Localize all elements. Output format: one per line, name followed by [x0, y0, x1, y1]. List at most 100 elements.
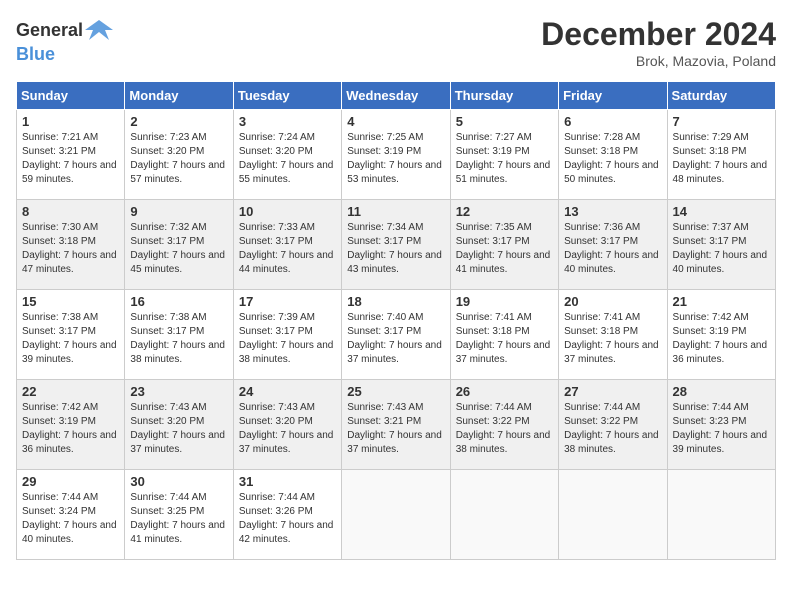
day-number: 24 — [239, 384, 336, 399]
day-info: Sunrise: 7:44 AMSunset: 3:22 PMDaylight:… — [456, 401, 553, 457]
logo-general-text: General — [16, 20, 83, 41]
day-info: Sunrise: 7:28 AMSunset: 3:18 PMDaylight:… — [564, 131, 661, 187]
calendar-cell: 12Sunrise: 7:35 AMSunset: 3:17 PMDayligh… — [450, 200, 558, 290]
month-title: December 2024 — [541, 16, 776, 53]
day-number: 4 — [347, 114, 444, 129]
calendar-cell: 21 Sunrise: 7:42 AMSunset: 3:19 PMDayligh… — [667, 290, 775, 380]
day-number: 17 — [239, 294, 336, 309]
day-number: 22 — [22, 384, 119, 399]
day-number: 5 — [456, 114, 553, 129]
location-title: Brok, Mazovia, Poland — [541, 53, 776, 69]
day-info: Sunrise: 7:39 AMSunset: 3:17 PMDaylight:… — [239, 311, 336, 367]
calendar-cell: 2 Sunrise: 7:23 AMSunset: 3:20 PMDaylight… — [125, 110, 233, 200]
day-number: 23 — [130, 384, 227, 399]
calendar-cell — [342, 470, 450, 560]
header-wednesday: Wednesday — [342, 82, 450, 110]
day-info: Sunrise: 7:42 AMSunset: 3:19 PMDaylight:… — [673, 311, 770, 367]
day-number: 11 — [347, 204, 444, 219]
day-info: Sunrise: 7:30 AMSunset: 3:18 PMDaylight:… — [22, 221, 119, 277]
calendar-cell: 25 Sunrise: 7:43 AMSunset: 3:21 PMDayligh… — [342, 380, 450, 470]
day-number: 13 — [564, 204, 661, 219]
header-saturday: Saturday — [667, 82, 775, 110]
calendar-cell: 9Sunrise: 7:32 AMSunset: 3:17 PMDaylight… — [125, 200, 233, 290]
day-info: Sunrise: 7:43 AMSunset: 3:20 PMDaylight:… — [239, 401, 336, 457]
day-number: 9 — [130, 204, 227, 219]
header-monday: Monday — [125, 82, 233, 110]
calendar-cell: 19 Sunrise: 7:41 AMSunset: 3:18 PMDayligh… — [450, 290, 558, 380]
calendar-cell: 23 Sunrise: 7:43 AMSunset: 3:20 PMDayligh… — [125, 380, 233, 470]
day-info: Sunrise: 7:24 AMSunset: 3:20 PMDaylight:… — [239, 131, 336, 187]
calendar-table: Sunday Monday Tuesday Wednesday Thursday… — [16, 81, 776, 560]
calendar-cell: 24 Sunrise: 7:43 AMSunset: 3:20 PMDayligh… — [233, 380, 341, 470]
day-number: 15 — [22, 294, 119, 309]
calendar-week-row: 29 Sunrise: 7:44 AMSunset: 3:24 PMDayligh… — [17, 470, 776, 560]
day-number: 19 — [456, 294, 553, 309]
day-number: 2 — [130, 114, 227, 129]
day-info: Sunrise: 7:29 AMSunset: 3:18 PMDaylight:… — [673, 131, 770, 187]
calendar-cell: 18Sunrise: 7:40 AMSunset: 3:17 PMDayligh… — [342, 290, 450, 380]
header-tuesday: Tuesday — [233, 82, 341, 110]
day-info: Sunrise: 7:44 AMSunset: 3:26 PMDaylight:… — [239, 491, 336, 547]
calendar-week-row: 1Sunrise: 7:21 AMSunset: 3:21 PMDaylight… — [17, 110, 776, 200]
day-info: Sunrise: 7:33 AMSunset: 3:17 PMDaylight:… — [239, 221, 336, 277]
day-number: 30 — [130, 474, 227, 489]
calendar-cell: 20Sunrise: 7:41 AMSunset: 3:18 PMDayligh… — [559, 290, 667, 380]
calendar-cell: 11 Sunrise: 7:34 AMSunset: 3:17 PMDayligh… — [342, 200, 450, 290]
calendar-cell: 17 Sunrise: 7:39 AMSunset: 3:17 PMDayligh… — [233, 290, 341, 380]
day-info: Sunrise: 7:25 AMSunset: 3:19 PMDaylight:… — [347, 131, 444, 187]
calendar-cell: 7Sunrise: 7:29 AMSunset: 3:18 PMDaylight… — [667, 110, 775, 200]
day-number: 14 — [673, 204, 770, 219]
calendar-cell: 6 Sunrise: 7:28 AMSunset: 3:18 PMDaylight… — [559, 110, 667, 200]
logo-bird-icon — [85, 16, 113, 44]
day-info: Sunrise: 7:44 AMSunset: 3:24 PMDaylight:… — [22, 491, 119, 547]
calendar-week-row: 15 Sunrise: 7:38 AMSunset: 3:17 PMDayligh… — [17, 290, 776, 380]
day-number: 18 — [347, 294, 444, 309]
day-number: 21 — [673, 294, 770, 309]
day-info: Sunrise: 7:38 AMSunset: 3:17 PMDaylight:… — [130, 311, 227, 367]
calendar-cell: 4 Sunrise: 7:25 AMSunset: 3:19 PMDaylight… — [342, 110, 450, 200]
day-number: 29 — [22, 474, 119, 489]
day-number: 6 — [564, 114, 661, 129]
header-thursday: Thursday — [450, 82, 558, 110]
calendar-cell: 1Sunrise: 7:21 AMSunset: 3:21 PMDaylight… — [17, 110, 125, 200]
day-info: Sunrise: 7:37 AMSunset: 3:17 PMDaylight:… — [673, 221, 770, 277]
day-info: Sunrise: 7:43 AMSunset: 3:20 PMDaylight:… — [130, 401, 227, 457]
calendar-cell: 5 Sunrise: 7:27 AMSunset: 3:19 PMDaylight… — [450, 110, 558, 200]
calendar-week-row: 8 Sunrise: 7:30 AMSunset: 3:18 PMDaylight… — [17, 200, 776, 290]
day-info: Sunrise: 7:44 AMSunset: 3:25 PMDaylight:… — [130, 491, 227, 547]
day-number: 28 — [673, 384, 770, 399]
calendar-header-row: Sunday Monday Tuesday Wednesday Thursday… — [17, 82, 776, 110]
day-number: 31 — [239, 474, 336, 489]
day-number: 26 — [456, 384, 553, 399]
day-info: Sunrise: 7:43 AMSunset: 3:21 PMDaylight:… — [347, 401, 444, 457]
calendar-cell — [667, 470, 775, 560]
day-number: 1 — [22, 114, 119, 129]
calendar-cell: 29 Sunrise: 7:44 AMSunset: 3:24 PMDayligh… — [17, 470, 125, 560]
header-friday: Friday — [559, 82, 667, 110]
calendar-cell — [450, 470, 558, 560]
calendar-cell: 3Sunrise: 7:24 AMSunset: 3:20 PMDaylight… — [233, 110, 341, 200]
day-number: 8 — [22, 204, 119, 219]
calendar-cell — [559, 470, 667, 560]
day-info: Sunrise: 7:27 AMSunset: 3:19 PMDaylight:… — [456, 131, 553, 187]
day-info: Sunrise: 7:35 AMSunset: 3:17 PMDaylight:… — [456, 221, 553, 277]
page-header: General Blue December 2024 Brok, Mazovia… — [16, 16, 776, 69]
calendar-cell: 30 Sunrise: 7:44 AMSunset: 3:25 PMDayligh… — [125, 470, 233, 560]
day-info: Sunrise: 7:41 AMSunset: 3:18 PMDaylight:… — [456, 311, 553, 367]
calendar-cell: 15Sunrise: 7:38 AMSunset: 3:17 PMDayligh… — [17, 290, 125, 380]
logo-blue-text: Blue — [16, 44, 55, 64]
calendar-cell: 28Sunrise: 7:44 AMSunset: 3:23 PMDayligh… — [667, 380, 775, 470]
day-info: Sunrise: 7:44 AMSunset: 3:22 PMDaylight:… — [564, 401, 661, 457]
day-number: 25 — [347, 384, 444, 399]
day-number: 10 — [239, 204, 336, 219]
calendar-cell: 16Sunrise: 7:38 AMSunset: 3:17 PMDayligh… — [125, 290, 233, 380]
calendar-cell: 10 Sunrise: 7:33 AMSunset: 3:17 PMDayligh… — [233, 200, 341, 290]
header-sunday: Sunday — [17, 82, 125, 110]
day-info: Sunrise: 7:34 AMSunset: 3:17 PMDaylight:… — [347, 221, 444, 277]
calendar-cell: 13Sunrise: 7:36 AMSunset: 3:17 PMDayligh… — [559, 200, 667, 290]
logo: General Blue — [16, 16, 115, 65]
day-info: Sunrise: 7:23 AMSunset: 3:20 PMDaylight:… — [130, 131, 227, 187]
day-number: 20 — [564, 294, 661, 309]
calendar-cell: 22Sunrise: 7:42 AMSunset: 3:19 PMDayligh… — [17, 380, 125, 470]
day-number: 27 — [564, 384, 661, 399]
